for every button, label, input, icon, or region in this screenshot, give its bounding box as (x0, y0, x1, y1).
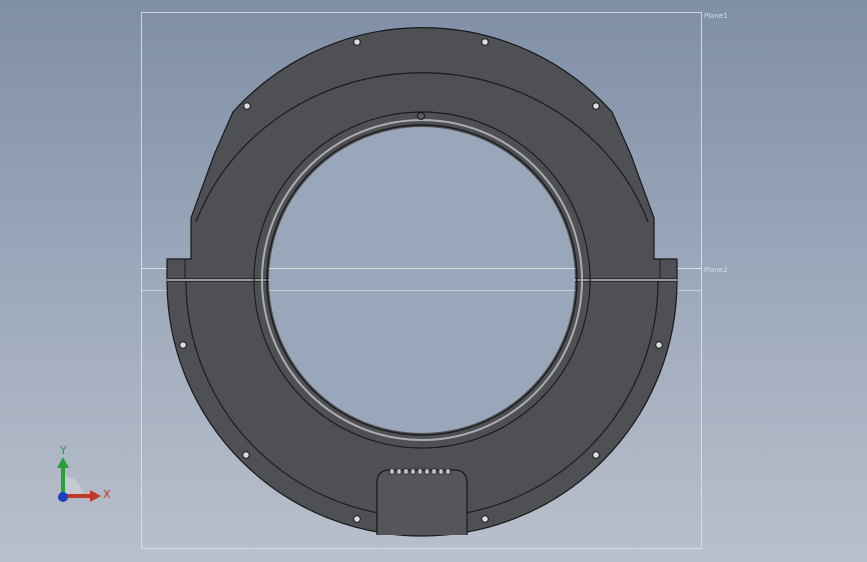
connector-pin (396, 468, 402, 475)
connector-pin (389, 468, 395, 475)
front-plane-label[interactable]: Plane1 (704, 12, 728, 20)
connector-pin (445, 468, 451, 475)
bolt-hole (481, 515, 489, 523)
triad-y-label: Y (59, 444, 67, 457)
bolt-hole (179, 341, 187, 349)
connector-pin (424, 468, 430, 475)
triad-z-axis-icon (58, 492, 68, 502)
bolt-hole (481, 38, 489, 46)
triad-x-label: X (103, 488, 111, 501)
connector-pin (438, 468, 444, 475)
connector-pins (389, 468, 451, 475)
bolt-hole (353, 38, 361, 46)
triad-y-arrow-icon (57, 457, 69, 468)
connector-pin (410, 468, 416, 475)
right-plane-label[interactable]: Plane2 (704, 266, 728, 274)
triad-x-arrow-icon (90, 490, 101, 502)
reference-triad: Y X (57, 444, 111, 502)
model-view[interactable] (0, 0, 867, 562)
bolt-hole (353, 515, 361, 523)
connector-pin (417, 468, 423, 475)
bolt-hole (243, 102, 251, 110)
center-bore (269, 127, 575, 433)
bolt-hole (242, 451, 250, 459)
bolt-hole (592, 102, 600, 110)
graphics-viewport[interactable]: Plane1 Plane2 Y X (0, 0, 867, 562)
locator-dimple (417, 112, 425, 120)
connector-pin (403, 468, 409, 475)
bolt-hole (655, 341, 663, 349)
connector-pin (431, 468, 437, 475)
bolt-hole (592, 451, 600, 459)
connector-pocket[interactable] (376, 468, 468, 535)
connector-pocket-outline[interactable] (376, 469, 468, 535)
